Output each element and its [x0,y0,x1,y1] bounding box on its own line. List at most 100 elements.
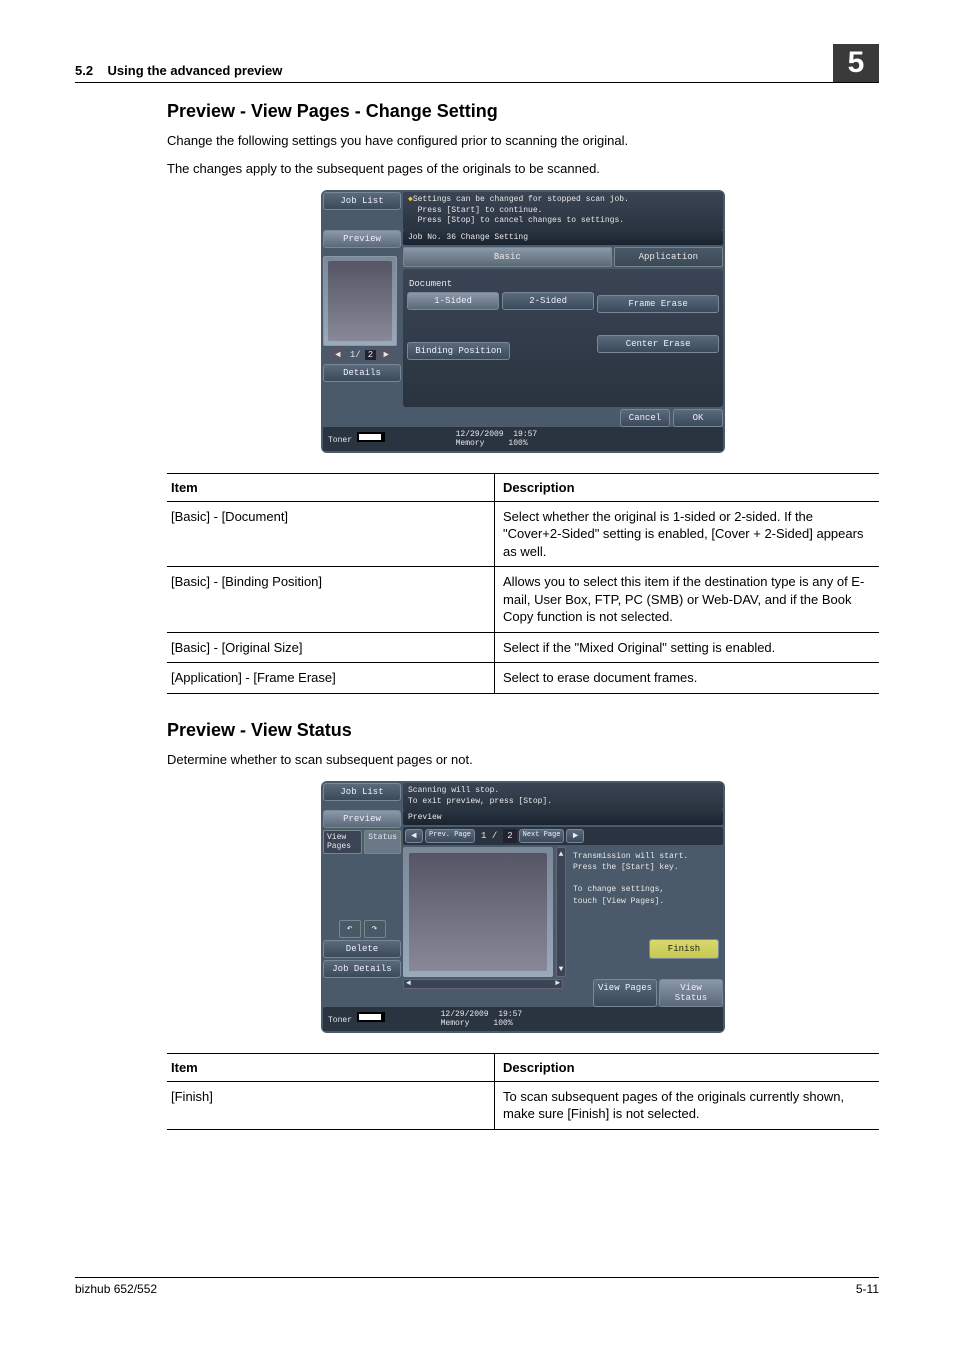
paragraph: The changes apply to the subsequent page… [167,160,879,178]
note-line: Settings can be changed for stopped scan… [413,195,629,204]
preview-button[interactable]: Preview [323,230,401,248]
binding-position-button[interactable]: Binding Position [407,342,510,360]
note-line: To exit preview, press [Stop]. [408,797,552,806]
toner-label: Toner [328,1016,352,1025]
preview-button[interactable]: Preview [323,810,401,828]
next-arrow-icon[interactable]: ► [566,829,584,843]
horizontal-scrollbar[interactable]: ◄► [403,979,563,989]
toner-label: Toner [328,436,352,445]
cell-item: [Basic] - [Binding Position] [167,567,495,633]
footer-memory-label: Memory [456,439,485,448]
view-status-button[interactable]: View Status [659,979,723,1007]
table-row: [Basic] - [Document]Select whether the o… [167,501,879,567]
paragraph: Determine whether to scan subsequent pag… [167,751,879,769]
cell-desc: To scan subsequent pages of the original… [495,1081,879,1129]
prev-arrow-icon[interactable]: ◄ [330,348,346,362]
table-row: [Basic] - [Original Size]Select if the "… [167,632,879,663]
footer-memory-label: Memory [441,1019,470,1028]
footer-date: 12/29/2009 [456,430,504,439]
page-footer: bizhub 652/552 5-11 [75,1277,879,1296]
finish-button[interactable]: Finish [649,939,719,960]
mfp-footer: Toner 12/29/2009 19:57Memory 100% [323,1007,723,1031]
cell-item: [Basic] - [Document] [167,501,495,567]
next-arrow-icon[interactable]: ► [378,348,394,362]
page-thumbnail[interactable] [323,256,397,346]
cancel-button[interactable]: Cancel [620,409,670,427]
view-pages-sidetab[interactable]: View Pages [323,830,362,854]
running-head-left: 5.2 Using the advanced preview [75,63,282,78]
table-row: [Finish]To scan subsequent pages of the … [167,1081,879,1129]
one-sided-button[interactable]: 1-Sided [407,292,499,310]
next-page-button[interactable]: Next Page [519,829,565,843]
job-list-button[interactable]: Job List [323,192,401,210]
rotate-left-icon[interactable]: ↶ [339,920,361,938]
footer-model: bizhub 652/552 [75,1282,157,1296]
footer-date: 12/29/2009 [441,1010,489,1019]
table-view-status: Item Description [Finish]To scan subsequ… [167,1053,879,1130]
status-sidetab[interactable]: Status [364,830,401,854]
info-line: touch [View Pages]. [573,897,664,906]
footer-memory-pct: 100% [508,439,527,448]
center-erase-button[interactable]: Center Erase [597,335,719,353]
col-item: Item [167,1053,495,1081]
view-area: ▲▼ Transmission will start. Press the [S… [403,847,723,977]
footer-time: 19:57 [498,1010,522,1019]
info-line: Transmission will start. [573,852,688,861]
preview-bar: Preview [403,810,723,825]
pager-total: 2 [365,350,376,360]
table-row: [Application] - [Frame Erase]Select to e… [167,663,879,694]
prev-arrow-icon[interactable]: ◄ [405,829,423,843]
cell-item: [Finish] [167,1081,495,1129]
settings-panel: Document 1-Sided 2-Sided Binding Positio… [403,269,723,407]
chapter-badge: 5 [833,44,879,82]
cell-item: [Basic] - [Original Size] [167,632,495,663]
paragraph: Change the following settings you have c… [167,132,879,150]
vertical-scrollbar[interactable]: ▲▼ [556,847,566,977]
cell-desc: Allows you to select this item if the de… [495,567,879,633]
delete-button[interactable]: Delete [323,940,401,958]
col-description: Description [495,473,879,501]
pager: ◄ 1/ 2 ► [323,348,401,362]
mfp-footer: Toner 12/29/2009 19:57 Memory 100% [323,427,723,451]
info-line: Press the [Start] key. [573,863,679,872]
frame-erase-button[interactable]: Frame Erase [597,295,719,313]
cell-desc: Select whether the original is 1-sided o… [495,501,879,567]
view-pages-button[interactable]: View Pages [593,979,657,1007]
details-button[interactable]: Details [323,364,401,382]
cell-item: [Application] - [Frame Erase] [167,663,495,694]
note-line: Press [Stop] to cancel changes to settin… [418,216,624,225]
table-row: [Basic] - [Binding Position]Allows you t… [167,567,879,633]
screenshot-change-setting: Job List ◆Settings can be changed for st… [321,190,725,452]
two-sided-button[interactable]: 2-Sided [502,292,594,310]
table-change-setting: Item Description [Basic] - [Document]Sel… [167,473,879,694]
instruction-note: Scanning will stop. To exit preview, pre… [403,783,723,810]
ok-button[interactable]: OK [673,409,723,427]
prev-page-button[interactable]: Prev. Page [425,829,475,843]
instruction-note: ◆Settings can be changed for stopped sca… [403,192,723,229]
job-details-button[interactable]: Job Details [323,960,401,978]
screenshot-view-status: Job List Scanning will stop. To exit pre… [321,781,725,1033]
footer-time: 19:57 [513,430,537,439]
pager-total: 2 [503,829,516,843]
info-line: To change settings, [573,885,664,894]
toner-gauge-icon [357,432,385,442]
rotate-right-icon[interactable]: ↷ [364,920,386,938]
pager-bar: ◄ Prev. Page 1 / 2 Next Page ► [403,827,723,845]
note-line: Scanning will stop. [408,786,499,795]
footer-page-number: 5-11 [856,1282,879,1296]
status-info: Transmission will start. Press the [Star… [569,847,723,977]
job-bar: Job No. 36 Change Setting [403,230,723,245]
pager-current: 1 / [477,829,501,843]
document-label: Document [407,273,594,289]
cell-desc: Select if the "Mixed Original" setting i… [495,632,879,663]
tab-application[interactable]: Application [614,247,723,267]
tab-basic[interactable]: Basic [403,247,612,267]
section-number: 5.2 [75,63,93,78]
col-item: Item [167,473,495,501]
heading-view-status: Preview - View Status [167,720,879,741]
running-head: 5.2 Using the advanced preview 5 [75,40,879,83]
job-list-button[interactable]: Job List [323,783,401,801]
section-title: Using the advanced preview [108,63,283,78]
toner-gauge-icon [357,1012,385,1022]
note-line: Press [Start] to continue. [418,206,543,215]
